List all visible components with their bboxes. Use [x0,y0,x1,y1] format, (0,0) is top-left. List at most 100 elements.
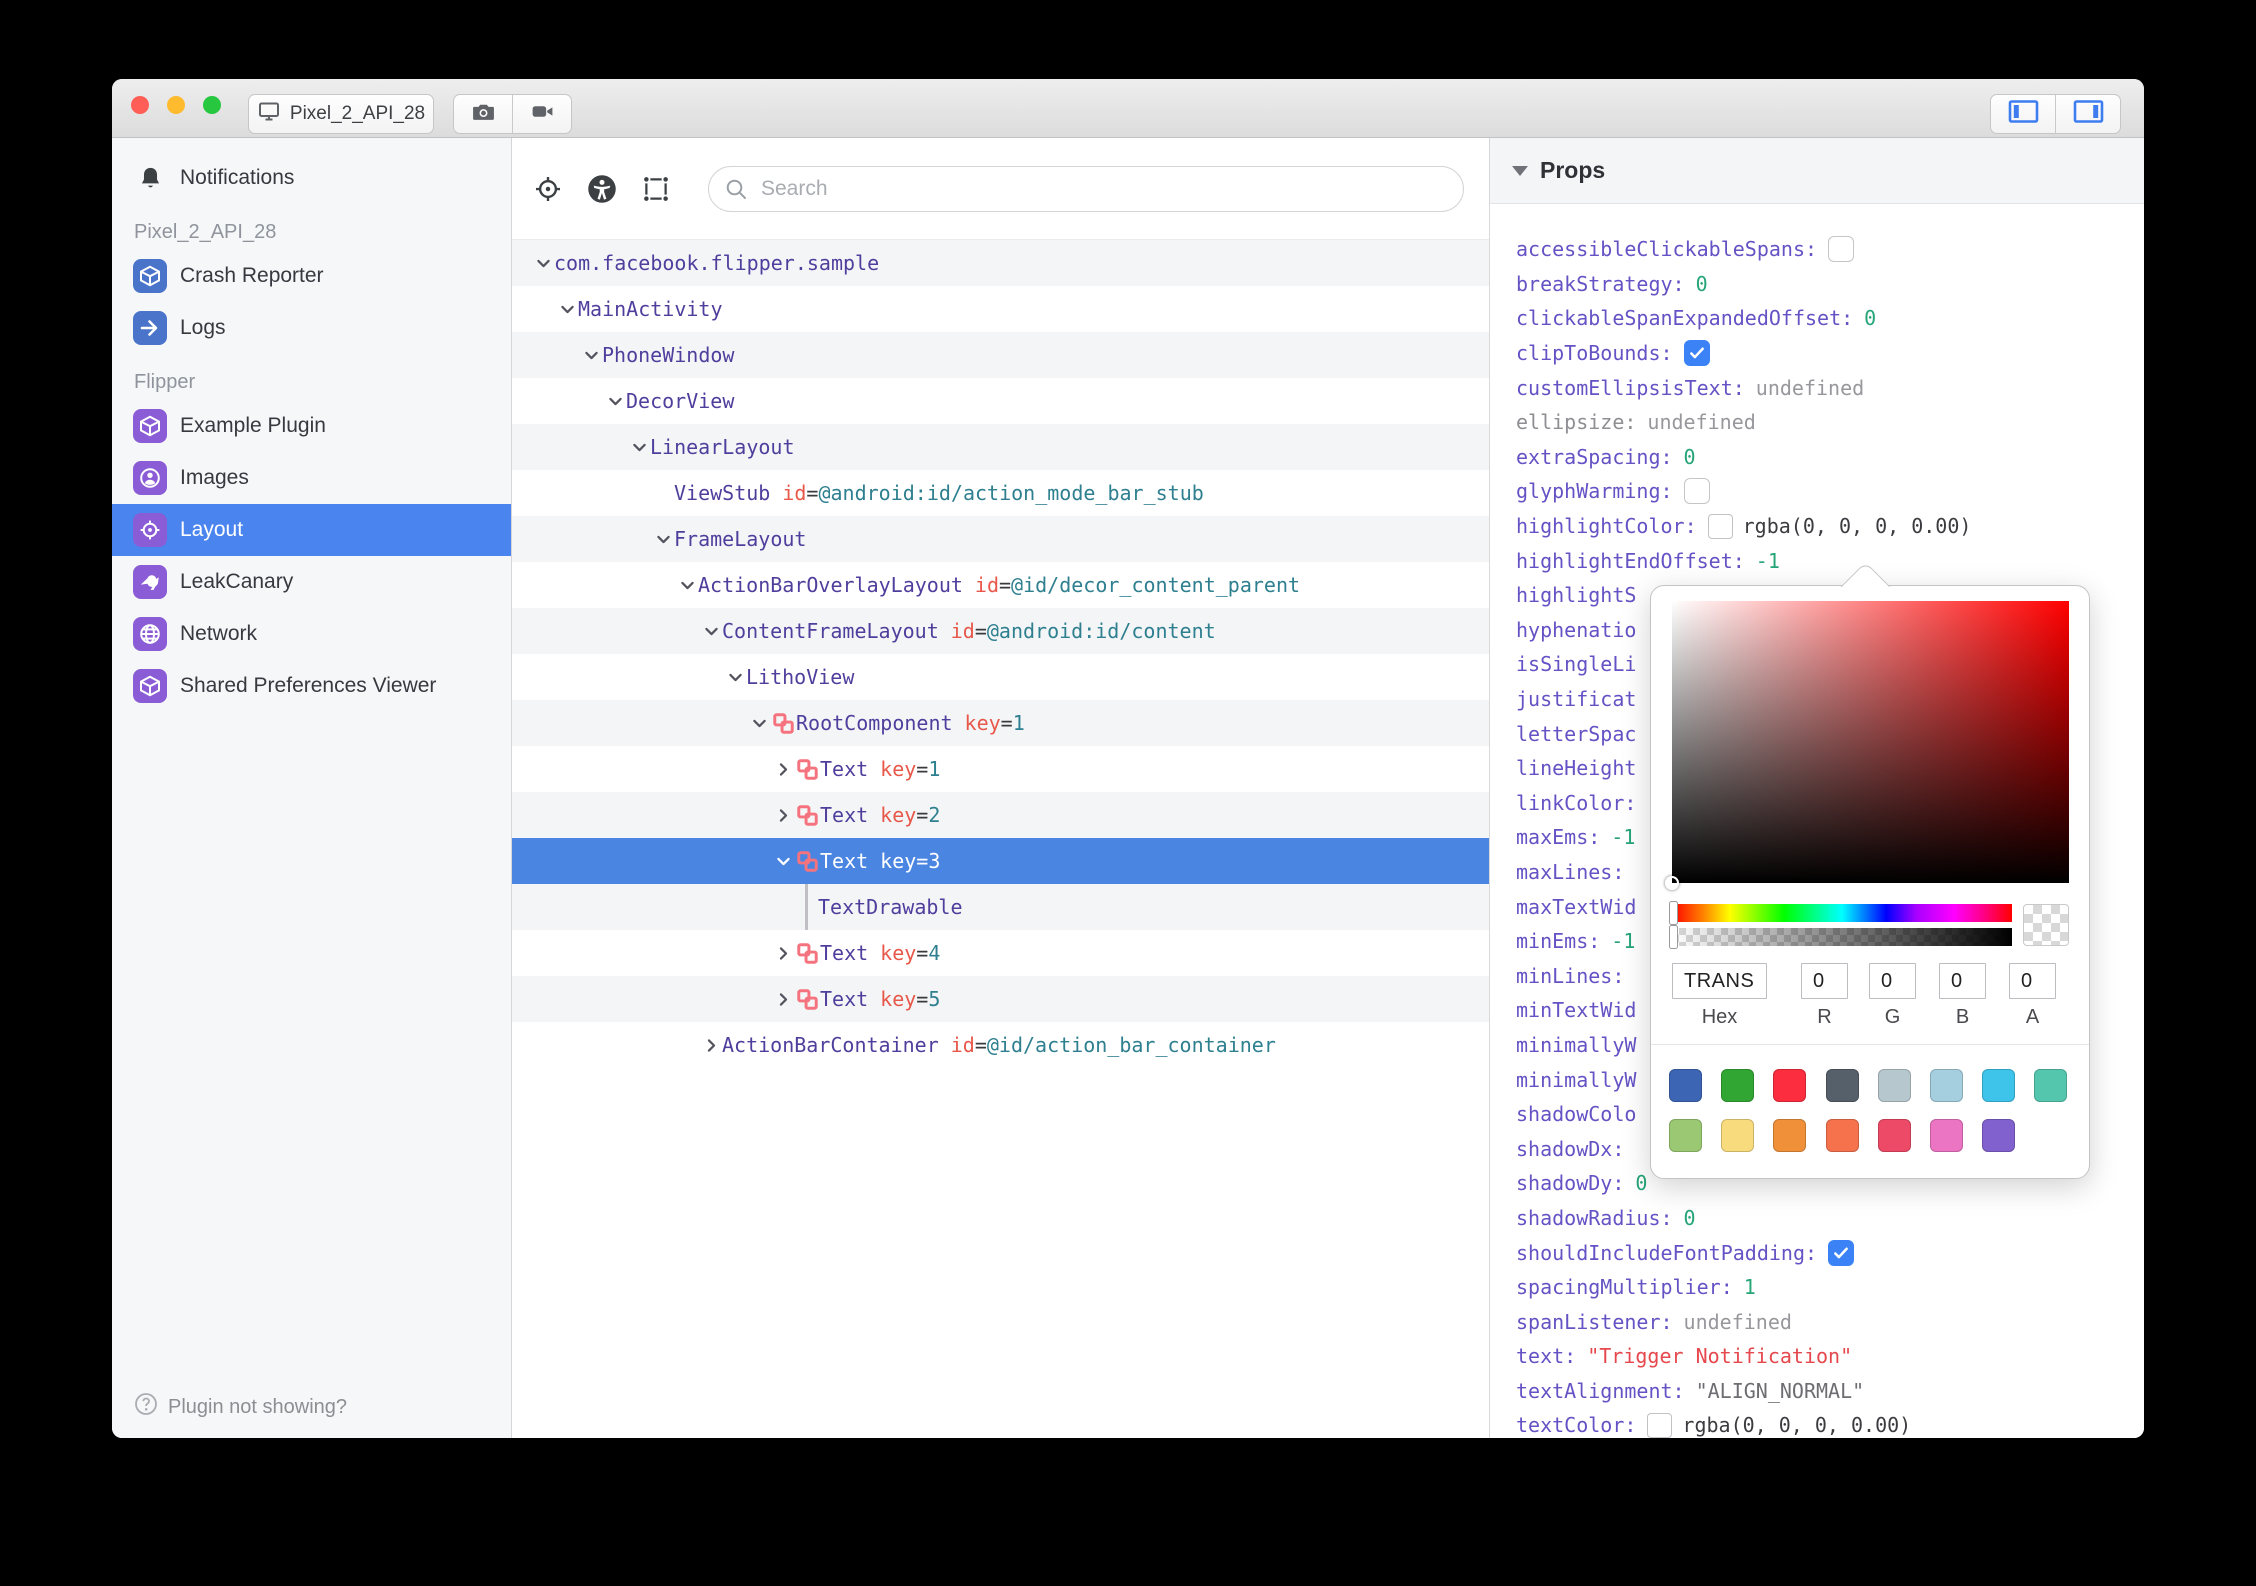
color-swatch[interactable] [2034,1069,2068,1102]
tree-row-text[interactable]: Text key = 2 [512,792,1489,838]
checkbox-checked[interactable] [1828,1239,1855,1266]
device-selector-button[interactable]: Pixel_2_API_28 [248,94,434,134]
element-name: Text [820,941,869,965]
checkbox-unchecked[interactable] [1683,478,1710,505]
accessibility-button[interactable] [586,173,618,205]
color-swatch[interactable] [1929,1069,1963,1102]
chevron-down-icon[interactable] [724,666,746,688]
select-element-button[interactable] [640,173,672,205]
chevron-down-icon[interactable] [676,574,698,596]
alpha-slider[interactable] [1672,928,2012,946]
prop-key: minLines: [1516,963,1625,988]
sidebar-item-layout[interactable]: Layout [112,504,511,556]
tree-row-framelayout[interactable]: FrameLayout [512,516,1489,562]
tree-row-linearlayout[interactable]: LinearLayout [512,424,1489,470]
screenshot-button[interactable] [454,95,512,133]
person-icon [133,461,167,495]
chevron-down-icon[interactable] [604,390,626,412]
element-name: ContentFrameLayout [722,619,939,643]
checkbox-checked[interactable] [1683,340,1710,367]
attr-value: 1 [928,757,941,781]
color-swatch[interactable] [1982,1119,2016,1152]
sidebar-item-example-plugin[interactable]: Example Plugin [112,400,511,452]
tree-row-viewstub[interactable]: ViewStub id = @android:id/action_mode_bar_s… [512,470,1489,516]
color-swatch[interactable] [1825,1069,1859,1102]
color-value-swatch[interactable] [1647,1412,1673,1438]
chevron-down-icon[interactable] [700,620,722,642]
chevron-down-icon[interactable] [532,252,554,274]
color-swatch[interactable] [1773,1069,1807,1102]
tree-row-text[interactable]: Text key = 5 [512,976,1489,1022]
chevron-right-icon[interactable] [772,988,794,1010]
props-header[interactable]: Props [1490,138,2144,204]
chevron-down-icon[interactable] [748,712,770,734]
color-swatch[interactable] [1877,1069,1911,1102]
color-swatch[interactable] [1982,1069,2016,1102]
color-swatch[interactable] [1825,1119,1859,1152]
blue-input[interactable] [1939,963,1986,999]
chevron-down-icon[interactable] [580,344,602,366]
sidebar-item-network[interactable]: Network [112,608,511,660]
tree-row-text[interactable]: Text key = 4 [512,930,1489,976]
color-swatch[interactable] [1669,1069,1702,1102]
element-name: TextDrawable [818,895,963,919]
hue-slider[interactable] [1672,904,2012,922]
hex-input[interactable] [1672,963,1767,999]
tree-row-com-facebook-flipper-sample[interactable]: com.facebook.flipper.sample [512,240,1489,286]
tree-row-text[interactable]: Text key = 1 [512,746,1489,792]
chevron-right-icon[interactable] [700,1034,722,1056]
minimize-button[interactable] [167,96,185,114]
chevron-right-icon[interactable] [772,758,794,780]
saturation-value-gradient[interactable] [1672,601,2069,883]
tree-row-text[interactable]: Text key = 3 [512,838,1489,884]
color-value-swatch[interactable] [1707,513,1733,539]
tree-row-rootcomponent[interactable]: RootComponent key = 1 [512,700,1489,746]
color-swatch[interactable] [1721,1119,1755,1152]
toggle-left-pane-button[interactable] [1991,95,2055,133]
sidebar-item-images[interactable]: Images [112,452,511,504]
chevron-right-icon[interactable] [772,804,794,826]
prop-key: justificat [1516,687,1637,712]
close-button[interactable] [131,96,149,114]
tree-row-textdrawable[interactable]: TextDrawable [512,884,1489,930]
tree-row-lithoview[interactable]: LithoView [512,654,1489,700]
color-swatch[interactable] [1773,1119,1807,1152]
hue-slider-handle[interactable] [1669,901,1678,925]
chevron-down-icon[interactable] [628,436,650,458]
sidebar-item-logs[interactable]: Logs [112,302,511,354]
tree-row-mainactivity[interactable]: MainActivity [512,286,1489,332]
color-swatch[interactable] [1929,1119,1963,1152]
element-name: PhoneWindow [602,343,735,367]
target-element-button[interactable] [532,173,564,205]
color-swatch[interactable] [1877,1119,1911,1152]
prop-key: accessibleClickableSpans: [1516,237,1818,262]
tree-row-actionbaroverlaylayout[interactable]: ActionBarOverlayLayout id = @id/decor_conte… [512,562,1489,608]
tree-row-phonewindow[interactable]: PhoneWindow [512,332,1489,378]
gradient-cursor[interactable] [1665,876,1679,890]
checkbox-unchecked[interactable] [1828,236,1855,263]
alpha-slider-handle[interactable] [1669,925,1678,949]
attr-value: @android:id/content [986,619,1216,643]
sidebar-item-notifications[interactable]: Notifications [112,152,511,204]
plugin-not-showing-link[interactable]: Plugin not showing? [134,1392,347,1422]
attr-key: key [880,941,917,965]
toggle-right-pane-button[interactable] [2055,95,2120,133]
red-input[interactable] [1801,963,1848,999]
sidebar-item-shared-preferences-viewer[interactable]: Shared Preferences Viewer [112,660,511,712]
sidebar-item-crash-reporter[interactable]: Crash Reporter [112,250,511,302]
search-input[interactable] [708,165,1464,212]
alpha-input[interactable] [2009,963,2056,999]
color-swatch[interactable] [1721,1069,1755,1102]
screen-record-button[interactable] [512,95,571,133]
chevron-down-icon[interactable] [556,298,578,320]
color-swatch[interactable] [1669,1119,1702,1152]
chevron-down-icon[interactable] [652,528,674,550]
tree-row-decorview[interactable]: DecorView [512,378,1489,424]
green-input[interactable] [1869,963,1916,999]
chevron-down-icon[interactable] [772,850,794,872]
sidebar-item-leakcanary[interactable]: LeakCanary [112,556,511,608]
tree-row-contentframelayout[interactable]: ContentFrameLayout id = @android:id/content [512,608,1489,654]
zoom-button[interactable] [203,96,221,114]
chevron-right-icon[interactable] [772,942,794,964]
tree-row-actionbarcontainer[interactable]: ActionBarContainer id = @id/action_bar_cont… [512,1022,1489,1068]
